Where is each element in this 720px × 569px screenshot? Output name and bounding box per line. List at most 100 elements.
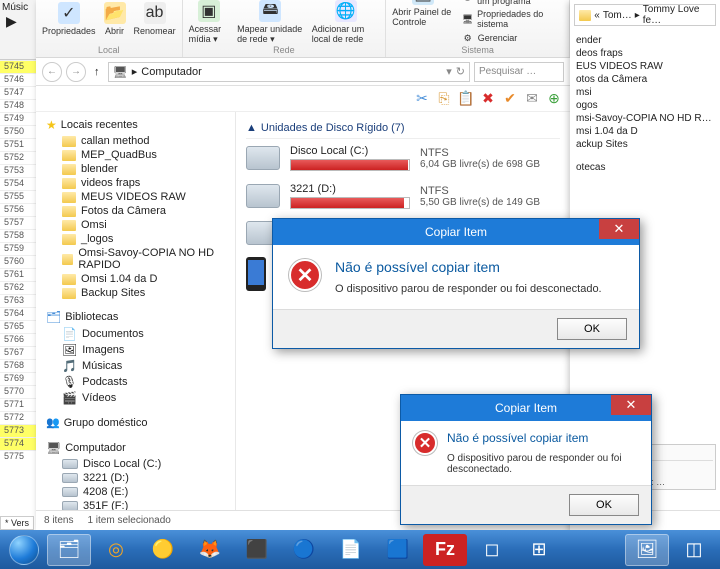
tree-item[interactable]: msi (574, 86, 716, 99)
ribbon-rename[interactable]: abRenomear (134, 2, 176, 36)
taskbar-filezilla[interactable]: Fz (423, 534, 467, 566)
ribbon-control-panel[interactable]: 🖥Abrir Painel de Controle (392, 0, 453, 27)
sheet-row[interactable]: 5752 (0, 151, 36, 164)
taskbar-notepad[interactable]: 📄 (329, 534, 373, 566)
sheet-row[interactable]: 5762 (0, 281, 36, 294)
tree-item[interactable]: 3221 (D:) (36, 471, 235, 485)
sheet-row[interactable]: 5764 (0, 307, 36, 320)
sheet-row[interactable]: 5759 (0, 242, 36, 255)
sheet-row[interactable]: 5767 (0, 346, 36, 359)
tree-item[interactable]: 🎬Vídeos (36, 390, 235, 406)
tree-item[interactable]: Omsi (36, 218, 235, 232)
tree-item[interactable]: videos fraps (36, 176, 235, 190)
nav-forward[interactable]: → (66, 62, 86, 82)
taskbar-app-2[interactable]: ⬛ (235, 534, 279, 566)
tree-item[interactable]: Omsi 1.04 da D (36, 272, 235, 286)
tree-item[interactable]: _logos (36, 232, 235, 246)
sheet-row[interactable]: 5751 (0, 138, 36, 151)
tree-homegroup[interactable]: 👥Grupo doméstico (36, 414, 235, 431)
drives-section-head[interactable]: ▲Unidades de Disco Rígido (7) (246, 118, 560, 139)
sheet-row[interactable]: 5765 (0, 320, 36, 333)
sheet-row[interactable]: 5769 (0, 372, 36, 385)
drive-row[interactable]: 3221 (D:)NTFS5,50 GB livre(s) de 149 GB (246, 177, 560, 215)
drive-row[interactable]: Disco Local (C:)NTFS6,04 GB livre(s) de … (246, 139, 560, 177)
taskbar-app-7[interactable]: ◫ (672, 534, 716, 566)
nav-up[interactable]: ↑ (90, 66, 104, 78)
mail-icon[interactable]: ✉ (524, 91, 540, 107)
copy-icon[interactable]: ⎘ (436, 91, 452, 107)
sheet-row[interactable]: 5770 (0, 385, 36, 398)
tree-item[interactable]: 4208 (E:) (36, 485, 235, 499)
sheet-row[interactable]: 5760 (0, 255, 36, 268)
tree-item[interactable]: 351F (F:) (36, 499, 235, 510)
address-bar[interactable]: 🖥 ▸ Computador▾↻ (108, 62, 471, 82)
ribbon-properties[interactable]: ✓Propriedades (42, 2, 96, 36)
taskbar-app-3[interactable]: 🔵 (282, 534, 326, 566)
tree-item[interactable]: MEUS VIDEOS RAW (36, 190, 235, 204)
sheet-tab[interactable]: * Vers (0, 516, 34, 530)
tree-item[interactable]: callan method (36, 134, 235, 148)
tree-item[interactable]: 📄Documentos (36, 326, 235, 342)
tree-item[interactable]: MEP_QuadBus (36, 148, 235, 162)
sheet-row[interactable]: 5773 (0, 424, 36, 437)
taskbar-app-6[interactable]: ⊞ (517, 534, 561, 566)
tree-item[interactable]: ogos (574, 99, 716, 112)
tree-item[interactable]: 🖼Imagens (36, 342, 235, 358)
tree-recent-head[interactable]: ★Locais recentes (36, 116, 235, 134)
sheet-row[interactable]: 5761 (0, 268, 36, 281)
tree-item[interactable]: Disco Local (C:) (36, 457, 235, 471)
close-button[interactable]: ✕ (611, 395, 651, 415)
sheet-row[interactable]: 5763 (0, 294, 36, 307)
ribbon-map-drive[interactable]: 🖴Mapear unidade de rede ▾ (237, 0, 304, 45)
delete-icon[interactable]: ✖ (480, 91, 496, 107)
taskbar-firefox[interactable]: 🦊 (188, 534, 232, 566)
play-icon[interactable]: ▶ (6, 13, 34, 30)
ribbon-manage[interactable]: ⚙Gerenciar (462, 31, 563, 45)
sheet-row[interactable]: 5746 (0, 73, 36, 86)
tree-item[interactable]: ender (574, 34, 716, 47)
taskbar-explorer[interactable]: 🗂 (47, 534, 91, 566)
sheet-row[interactable]: 5775 (0, 450, 36, 463)
tree-item[interactable]: otecas (574, 161, 716, 174)
ok-button[interactable]: OK (557, 318, 627, 340)
sheet-row[interactable]: 5768 (0, 359, 36, 372)
ok-button[interactable]: OK (569, 494, 639, 516)
sheet-row[interactable]: 5747 (0, 86, 36, 99)
tree-item[interactable]: msi-Savoy-COPIA NO HD RAPIDO (574, 112, 716, 125)
sheet-row[interactable]: 5748 (0, 99, 36, 112)
sheet-row[interactable]: 5745 (0, 60, 36, 73)
ribbon-media[interactable]: ▣Acessar mídia ▾ (189, 0, 230, 45)
taskbar-app-5[interactable]: ◻ (470, 534, 514, 566)
globe-icon[interactable]: ⊕ (546, 91, 562, 107)
tree-item[interactable]: EUS VIDEOS RAW (574, 60, 716, 73)
sheet-row[interactable]: 5754 (0, 177, 36, 190)
tree-computer-head[interactable]: 🖥Computador (36, 439, 235, 457)
taskbar-photos[interactable]: 🖼 (625, 534, 669, 566)
ribbon-system-properties[interactable]: 🖥Propriedades do sistema (462, 8, 563, 30)
sheet-row[interactable]: 5755 (0, 190, 36, 203)
sheet-row[interactable]: 5749 (0, 112, 36, 125)
dialog-titlebar[interactable]: Copiar Item✕ (401, 395, 651, 421)
sheet-row[interactable]: 5771 (0, 398, 36, 411)
tree-item[interactable]: 🎙Podcasts (36, 374, 235, 390)
tree-item[interactable]: ackup Sites (574, 138, 716, 151)
sheet-row[interactable]: 5757 (0, 216, 36, 229)
tree-item[interactable]: msi 1.04 da D (574, 125, 716, 138)
tree-item[interactable]: deos fraps (574, 47, 716, 60)
tree-item[interactable]: 🎵Músicas (36, 358, 235, 374)
tree-libraries-head[interactable]: 🗂Bibliotecas (36, 308, 235, 326)
sheet-row[interactable]: 5756 (0, 203, 36, 216)
start-button[interactable] (4, 534, 44, 566)
dialog-titlebar[interactable]: Copiar Item✕ (273, 219, 639, 245)
address-bar-2[interactable]: « Tom… ▸ Tommy Love fe… (574, 4, 716, 26)
sheet-row[interactable]: 5774 (0, 437, 36, 450)
tree-item[interactable]: Backup Sites (36, 286, 235, 300)
ribbon-add-location[interactable]: 🌐Adicionar um local de rede (312, 0, 380, 44)
sheet-row[interactable]: 5753 (0, 164, 36, 177)
taskbar-app-1[interactable]: ◎ (94, 534, 138, 566)
nav-back[interactable]: ← (42, 62, 62, 82)
sheet-row[interactable]: 5750 (0, 125, 36, 138)
cut-icon[interactable]: ✂ (414, 91, 430, 107)
close-button[interactable]: ✕ (599, 219, 639, 239)
tree-item[interactable]: blender (36, 162, 235, 176)
